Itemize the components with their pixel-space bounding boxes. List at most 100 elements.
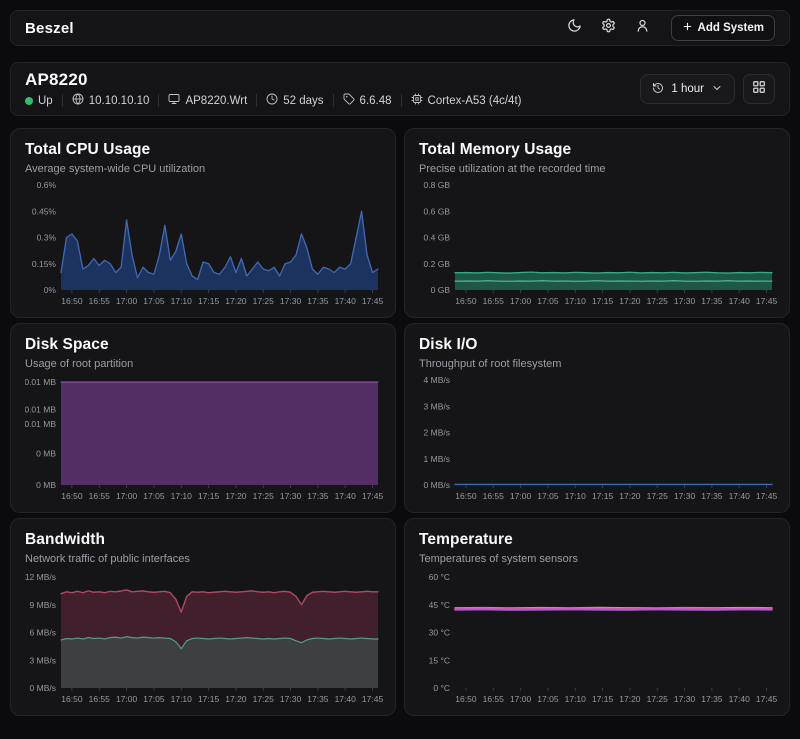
disk-space-card: Disk Space Usage of root partition 0.01 …: [10, 323, 396, 513]
svg-text:16:50: 16:50: [61, 694, 83, 704]
svg-text:17:10: 17:10: [171, 694, 193, 704]
svg-text:17:25: 17:25: [647, 694, 669, 704]
svg-text:17:40: 17:40: [335, 491, 357, 501]
svg-text:6 MB/s: 6 MB/s: [30, 628, 56, 638]
chart-title: Total Memory Usage: [419, 141, 775, 159]
svg-text:30 °C: 30 °C: [429, 628, 450, 638]
svg-text:60 °C: 60 °C: [429, 572, 450, 582]
cpu-usage-chart[interactable]: 0.6%0.45%0.3%0.15%0%16:5016:5517:0017:05…: [25, 179, 383, 311]
system-uptime: 52 days: [266, 93, 323, 108]
bandwidth-card: Bandwidth Network traffic of public inte…: [10, 518, 396, 716]
system-meta-row: Up 10.10.10.10 AP8220.Wrt: [25, 93, 521, 108]
system-hostname-value: AP8220.Wrt: [185, 95, 247, 107]
system-hostname: AP8220.Wrt: [168, 93, 247, 108]
charts-grid: Total CPU Usage Average system-wide CPU …: [10, 128, 790, 716]
svg-text:0.01 MB: 0.01 MB: [25, 419, 56, 429]
svg-text:17:05: 17:05: [537, 296, 559, 306]
time-range-select[interactable]: 1 hour: [640, 74, 735, 104]
svg-text:15 °C: 15 °C: [429, 655, 450, 665]
svg-text:17:35: 17:35: [701, 694, 723, 704]
chart-title: Disk I/O: [419, 336, 775, 354]
chart-subtitle: Network traffic of public interfaces: [25, 553, 381, 565]
user-icon: [635, 18, 650, 38]
svg-text:3 MB/s: 3 MB/s: [424, 401, 450, 411]
add-system-button[interactable]: Add System: [671, 15, 775, 41]
layout-grid-icon: [752, 80, 766, 99]
svg-text:17:15: 17:15: [592, 491, 614, 501]
chart-subtitle: Temperatures of system sensors: [419, 553, 775, 565]
svg-text:17:25: 17:25: [253, 694, 275, 704]
svg-text:17:15: 17:15: [592, 296, 614, 306]
system-uptime-value: 52 days: [283, 95, 323, 107]
svg-text:0.45%: 0.45%: [32, 206, 57, 216]
theme-toggle-button[interactable]: [565, 18, 585, 38]
divider: [401, 94, 402, 107]
app-header: Beszel Add System: [10, 10, 790, 46]
svg-text:17:10: 17:10: [565, 491, 587, 501]
svg-text:17:40: 17:40: [335, 694, 357, 704]
svg-text:17:30: 17:30: [674, 694, 696, 704]
app-logo: Beszel: [25, 20, 74, 37]
svg-text:17:35: 17:35: [701, 491, 723, 501]
svg-text:17:05: 17:05: [537, 694, 559, 704]
svg-text:16:50: 16:50: [61, 296, 83, 306]
svg-text:0 MB: 0 MB: [36, 449, 56, 459]
svg-text:17:00: 17:00: [510, 491, 532, 501]
svg-text:17:30: 17:30: [674, 491, 696, 501]
chart-title: Total CPU Usage: [25, 141, 381, 159]
settings-button[interactable]: [599, 18, 619, 38]
monitor-icon: [168, 93, 180, 108]
system-kernel: 6.6.48: [343, 93, 392, 108]
svg-text:17:15: 17:15: [198, 296, 220, 306]
svg-text:16:55: 16:55: [483, 694, 505, 704]
svg-text:17:40: 17:40: [729, 296, 751, 306]
svg-text:17:35: 17:35: [307, 491, 329, 501]
user-menu-button[interactable]: [633, 18, 653, 38]
svg-text:16:55: 16:55: [483, 296, 505, 306]
disk-space-chart[interactable]: 0.01 MB0.01 MB0.01 MB0 MB0 MB16:5016:551…: [25, 374, 383, 506]
svg-text:16:50: 16:50: [455, 491, 477, 501]
svg-text:0 °C: 0 °C: [433, 683, 450, 693]
svg-text:17:25: 17:25: [647, 491, 669, 501]
add-system-label: Add System: [698, 22, 764, 34]
svg-text:17:45: 17:45: [756, 296, 777, 306]
memory-usage-chart[interactable]: 0.8 GB0.6 GB0.4 GB0.2 GB0 GB16:5016:5517…: [419, 179, 777, 311]
divider: [256, 94, 257, 107]
bandwidth-chart[interactable]: 12 MB/s9 MB/s6 MB/s3 MB/s0 MB/s16:5016:5…: [25, 571, 383, 709]
cpu-chip-icon: [411, 93, 423, 108]
moon-icon: [567, 18, 582, 38]
system-cpu-value: Cortex-A53 (4c/4t): [428, 95, 522, 107]
temperature-chart[interactable]: 60 °C45 °C30 °C15 °C0 °C16:5016:5517:001…: [419, 571, 777, 709]
system-name: AP8220: [25, 70, 521, 90]
memory-usage-card: Total Memory Usage Precise utilization a…: [404, 128, 790, 318]
plus-icon: [682, 21, 693, 35]
system-cpu-model: Cortex-A53 (4c/4t): [411, 93, 522, 108]
svg-text:17:05: 17:05: [143, 296, 165, 306]
svg-text:16:50: 16:50: [455, 694, 477, 704]
svg-text:17:30: 17:30: [280, 491, 302, 501]
svg-text:17:15: 17:15: [198, 491, 220, 501]
svg-text:16:50: 16:50: [61, 491, 83, 501]
svg-text:17:25: 17:25: [253, 491, 275, 501]
svg-text:17:00: 17:00: [116, 296, 138, 306]
layout-grid-button[interactable]: [743, 74, 775, 104]
svg-text:17:45: 17:45: [756, 694, 777, 704]
svg-text:17:00: 17:00: [510, 296, 532, 306]
svg-text:17:35: 17:35: [307, 296, 329, 306]
system-ip-value: 10.10.10.10: [89, 95, 150, 107]
settings-icon: [601, 18, 616, 38]
svg-text:17:30: 17:30: [280, 694, 302, 704]
disk-io-card: Disk I/O Throughput of root filesystem 4…: [404, 323, 790, 513]
svg-text:45 °C: 45 °C: [429, 600, 450, 610]
svg-text:0.6 GB: 0.6 GB: [424, 206, 451, 216]
svg-text:17:10: 17:10: [171, 491, 193, 501]
chart-title: Temperature: [419, 531, 775, 549]
svg-text:17:45: 17:45: [756, 491, 777, 501]
chart-title: Bandwidth: [25, 531, 381, 549]
svg-text:17:40: 17:40: [335, 296, 357, 306]
svg-text:17:25: 17:25: [253, 296, 275, 306]
svg-text:16:55: 16:55: [89, 296, 111, 306]
disk-io-chart[interactable]: 4 MB/s3 MB/s2 MB/s1 MB/s0 MB/s16:5016:55…: [419, 374, 777, 506]
svg-text:0 MB/s: 0 MB/s: [30, 683, 56, 693]
svg-text:17:00: 17:00: [116, 491, 138, 501]
